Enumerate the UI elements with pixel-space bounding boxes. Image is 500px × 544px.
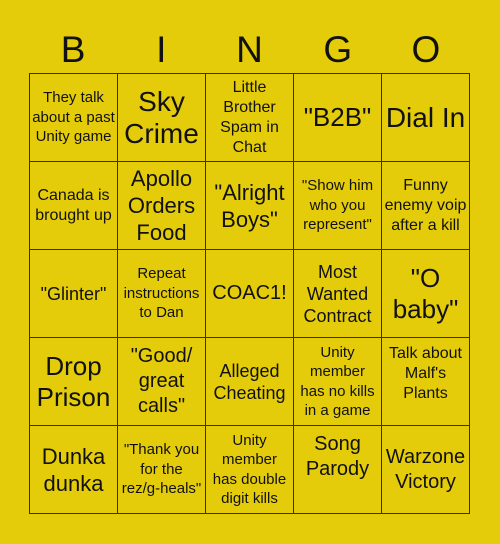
cell-text: "Alright Boys"	[214, 179, 285, 232]
bingo-cell[interactable]: Dial In	[382, 74, 470, 162]
cell-text: Talk about Malf's Plants	[389, 345, 462, 402]
cell-text: Dunka dunka	[41, 443, 106, 496]
cell-text: Apollo Orders Food	[127, 166, 196, 245]
bingo-cell[interactable]: Song Parody	[294, 426, 382, 514]
cell-text: Little Brother Spam in Chat	[220, 78, 279, 156]
cell-text: COAC1!	[212, 282, 287, 304]
bingo-cell[interactable]: Repeat instructions to Dan	[118, 250, 206, 338]
cell-text: Funny enemy voip after a kill	[384, 176, 467, 234]
bingo-cell[interactable]: Dunka dunka	[30, 426, 118, 514]
bingo-cell[interactable]: Most Wanted Contract	[294, 250, 382, 338]
header-letter-i: I	[156, 29, 167, 70]
bingo-cell[interactable]: "B2B"	[294, 74, 382, 162]
bingo-cell[interactable]: Apollo Orders Food	[118, 162, 206, 250]
cell-text: "Show him who you represent"	[301, 177, 374, 234]
cell-text: "O baby"	[392, 262, 459, 324]
bingo-cell[interactable]: Alleged Cheating	[206, 338, 294, 426]
header-letter-n: N	[236, 29, 263, 70]
cell-text: "Thank you for the rez/g-heals"	[121, 441, 202, 498]
cell-text: Canada is brought up	[35, 186, 112, 224]
header-letter-g: G	[323, 29, 353, 70]
bingo-cell[interactable]: "Alright Boys"	[206, 162, 294, 250]
bingo-grid: They talk about a past Unity game Sky Cr…	[29, 73, 470, 514]
bingo-cell[interactable]: COAC1!	[206, 250, 294, 338]
cell-text: "Glinter"	[40, 283, 107, 304]
bingo-cell[interactable]: Unity member has no kills in a game	[294, 338, 382, 426]
bingo-cell[interactable]: Sky Crime	[118, 74, 206, 162]
cell-text: Song Parody	[305, 433, 370, 480]
bingo-cell[interactable]: Little Brother Spam in Chat	[206, 74, 294, 162]
cell-text: Sky Crime	[124, 85, 199, 149]
bingo-cell[interactable]: Drop Prison	[30, 338, 118, 426]
bingo-cell[interactable]: Unity member has double digit kills	[206, 426, 294, 514]
bingo-header: B I N G O	[29, 28, 470, 72]
bingo-cell[interactable]: "Show him who you represent"	[294, 162, 382, 250]
cell-text: "Good/ great calls"	[130, 345, 193, 417]
bingo-cell[interactable]: Canada is brought up	[30, 162, 118, 250]
cell-text: Repeat instructions to Dan	[123, 265, 200, 322]
bingo-cell[interactable]: They talk about a past Unity game	[30, 74, 118, 162]
header-letter-b: B	[60, 29, 86, 70]
cell-text: Unity member has double digit kills	[212, 431, 287, 508]
bingo-cell[interactable]: Funny enemy voip after a kill	[382, 162, 470, 250]
bingo-cell[interactable]: "Good/ great calls"	[118, 338, 206, 426]
bingo-cell[interactable]: "O baby"	[382, 250, 470, 338]
cell-text: Most Wanted Contract	[303, 261, 372, 326]
cell-text: "B2B"	[303, 102, 372, 132]
cell-text: Warzone Victory	[385, 445, 466, 493]
cell-text: Unity member has no kills in a game	[300, 343, 375, 420]
bingo-cell[interactable]: Talk about Malf's Plants	[382, 338, 470, 426]
bingo-cell[interactable]: Warzone Victory	[382, 426, 470, 514]
cell-text: Alleged Cheating	[213, 360, 286, 403]
header-letter-o: O	[411, 29, 441, 70]
cell-text: Dial In	[385, 101, 466, 133]
cell-text: Drop Prison	[36, 350, 111, 412]
cell-text: They talk about a past Unity game	[32, 89, 115, 146]
bingo-cell[interactable]: "Thank you for the rez/g-heals"	[118, 426, 206, 514]
bingo-cell[interactable]: "Glinter"	[30, 250, 118, 338]
